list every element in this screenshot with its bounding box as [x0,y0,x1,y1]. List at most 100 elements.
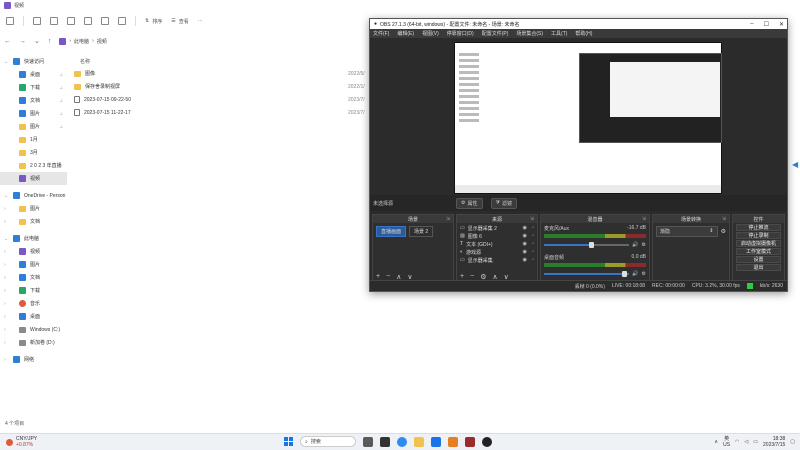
up-arrow-icon[interactable]: ↑ [48,38,52,45]
sidebar-item[interactable]: ⌄ 此电脑 [0,232,67,245]
sidebar-item[interactable]: 下载 ⊥ [0,81,67,94]
file-row[interactable]: 2023-07-15 11-22-17 2023/7/ [72,106,372,119]
source-item[interactable]: ▨ 图像 6 ◉ ▫ [457,232,537,240]
game-icon[interactable] [465,436,475,447]
sidebar-item[interactable]: › 新加卷 (D:) [0,336,67,349]
chevron-icon[interactable]: › [4,249,9,255]
source-item[interactable]: ▭ 显示器采集 ◉ ▫ [457,256,537,264]
filters-button[interactable]: ⧩ 滤镜 [490,197,517,209]
transition-select[interactable]: 渐隐 ⇕ [656,226,718,237]
sidebar-item[interactable]: 图片 ⊥ [0,107,67,120]
control-button[interactable]: 退出 [736,264,781,271]
share-icon[interactable] [101,17,109,25]
back-arrow-icon[interactable]: ← [4,38,11,45]
sidebar-item[interactable]: ⌄ OneDrive - Person [0,189,67,202]
menu-item[interactable]: 配置文件(P) [482,30,509,37]
control-button[interactable]: 停止录制 [736,232,781,239]
forward-arrow-icon[interactable]: → [19,38,26,45]
source-item[interactable]: ▭ 显示器采集 2 ◉ ▫ [457,224,537,232]
dock-float-icon[interactable]: ⇲ [530,216,534,222]
new-icon[interactable] [6,17,14,25]
notification-icon[interactable]: ▢ [790,439,795,445]
control-button[interactable]: 工作室模式 [736,248,781,255]
menu-item[interactable]: 视图(V) [422,30,439,37]
eye-icon[interactable]: ◉ [523,233,527,239]
lock-icon[interactable]: ▫ [532,233,534,239]
minimize-icon[interactable]: – [750,21,753,28]
sidebar-item[interactable]: › 桌面 [0,310,67,323]
chevron-up-icon[interactable]: ∧ [714,439,718,445]
clock[interactable]: 18:38 2023/7/15 [763,436,785,448]
column-header-name[interactable]: 名称 [72,55,372,67]
chevron-icon[interactable]: › [4,301,9,307]
file-row[interactable]: 2023-07-15 09-22-50 2023/7/ [72,93,372,106]
sidebar-item[interactable]: › 图片 [0,258,67,271]
sidebar-item[interactable]: › 视频 [0,245,67,258]
sidebar-item[interactable]: 视频 [0,172,67,185]
mail-icon[interactable] [431,436,441,447]
scene-item[interactable]: 场景 2 [409,226,434,237]
chevron-icon[interactable]: › [4,357,9,363]
speaker-icon[interactable]: 🔊 [632,271,638,277]
sidebar-item[interactable]: 2 0 2 3 年直播 [0,159,67,172]
file-row[interactable]: 图像 2022/5/ [72,67,372,80]
sidebar-item[interactable]: › 文档 [0,271,67,284]
source-item[interactable]: ◐ 游戏源 ◉ ▫ [457,248,537,256]
wifi-icon[interactable]: ◠ [735,439,739,445]
menu-item[interactable]: 场景集合(S) [516,30,543,37]
lock-icon[interactable]: ▫ [532,249,534,255]
control-button[interactable]: 设置 [736,256,781,263]
sidebar-item[interactable]: ⌄ 快速访问 [0,55,67,68]
chevron-icon[interactable]: › [4,288,9,294]
widgets-icon[interactable] [380,436,390,447]
volume-slider[interactable] [544,242,630,248]
file-explorer-icon[interactable] [414,436,424,447]
dock-float-icon[interactable]: ⇲ [642,216,646,222]
sidebar-item[interactable]: 桌面 ⊥ [0,68,67,81]
properties-button[interactable]: ⚙ 属性 [456,197,483,209]
chevron-icon[interactable]: › [4,219,9,225]
lock-icon[interactable]: ▫ [532,241,534,247]
scene-item[interactable]: 直播画面 [376,226,407,237]
chevron-icon[interactable]: ⌄ [4,236,9,242]
chevron-icon[interactable]: › [4,206,9,212]
breadcrumb[interactable]: › 此电脑 › 视频 [59,37,107,45]
sidebar-item[interactable]: 3月 [0,146,67,159]
lock-icon[interactable]: ▫ [532,257,534,263]
speaker-icon[interactable]: ◀ [792,160,799,170]
obs-preview[interactable] [454,42,722,194]
store-icon[interactable] [448,436,458,447]
sidebar-item[interactable]: 文档 ⊥ [0,94,67,107]
sidebar-item[interactable]: 1月 [0,133,67,146]
sidebar-item[interactable]: › 音乐 [0,297,67,310]
maximize-icon[interactable]: ☐ [764,21,769,28]
source-item[interactable]: T 文本 (GDI+) ◉ ▫ [457,240,537,248]
menu-item[interactable]: 帮助(H) [575,30,592,37]
menu-item[interactable]: 停靠窗口(D) [447,30,474,37]
menu-item[interactable]: 文件(F) [373,30,389,37]
eye-icon[interactable]: ◉ [523,257,527,263]
delete-icon[interactable] [118,17,126,25]
dock-float-icon[interactable]: ⇲ [446,216,450,222]
stock-widget[interactable]: CNY/JPY +0.87% [6,436,37,448]
control-button[interactable]: 停止推流 [736,224,781,231]
gear-icon[interactable]: ⚙ [642,271,646,277]
speaker-icon[interactable]: 🔊 [632,242,638,248]
sort-button[interactable]: ⇅ 排序 [145,18,162,25]
edge-icon[interactable] [397,436,407,447]
sidebar-item[interactable]: › Windows (C:) [0,323,67,336]
menu-item[interactable]: 编辑(E) [397,30,414,37]
cut-icon[interactable] [33,17,41,25]
lock-icon[interactable]: ▫ [532,225,534,231]
sidebar-item[interactable]: › 图片 [0,202,67,215]
start-button[interactable] [284,437,293,446]
task-view-icon[interactable] [363,436,373,447]
gear-icon[interactable]: ⚙ [642,242,646,248]
close-icon[interactable]: ✕ [779,21,784,28]
chevron-icon[interactable]: › [4,262,9,268]
sidebar-item[interactable]: › 下载 [0,284,67,297]
eye-icon[interactable]: ◉ [523,241,527,247]
eye-icon[interactable]: ◉ [523,225,527,231]
volume-slider[interactable] [544,271,630,277]
chevron-icon[interactable]: › [4,314,9,320]
